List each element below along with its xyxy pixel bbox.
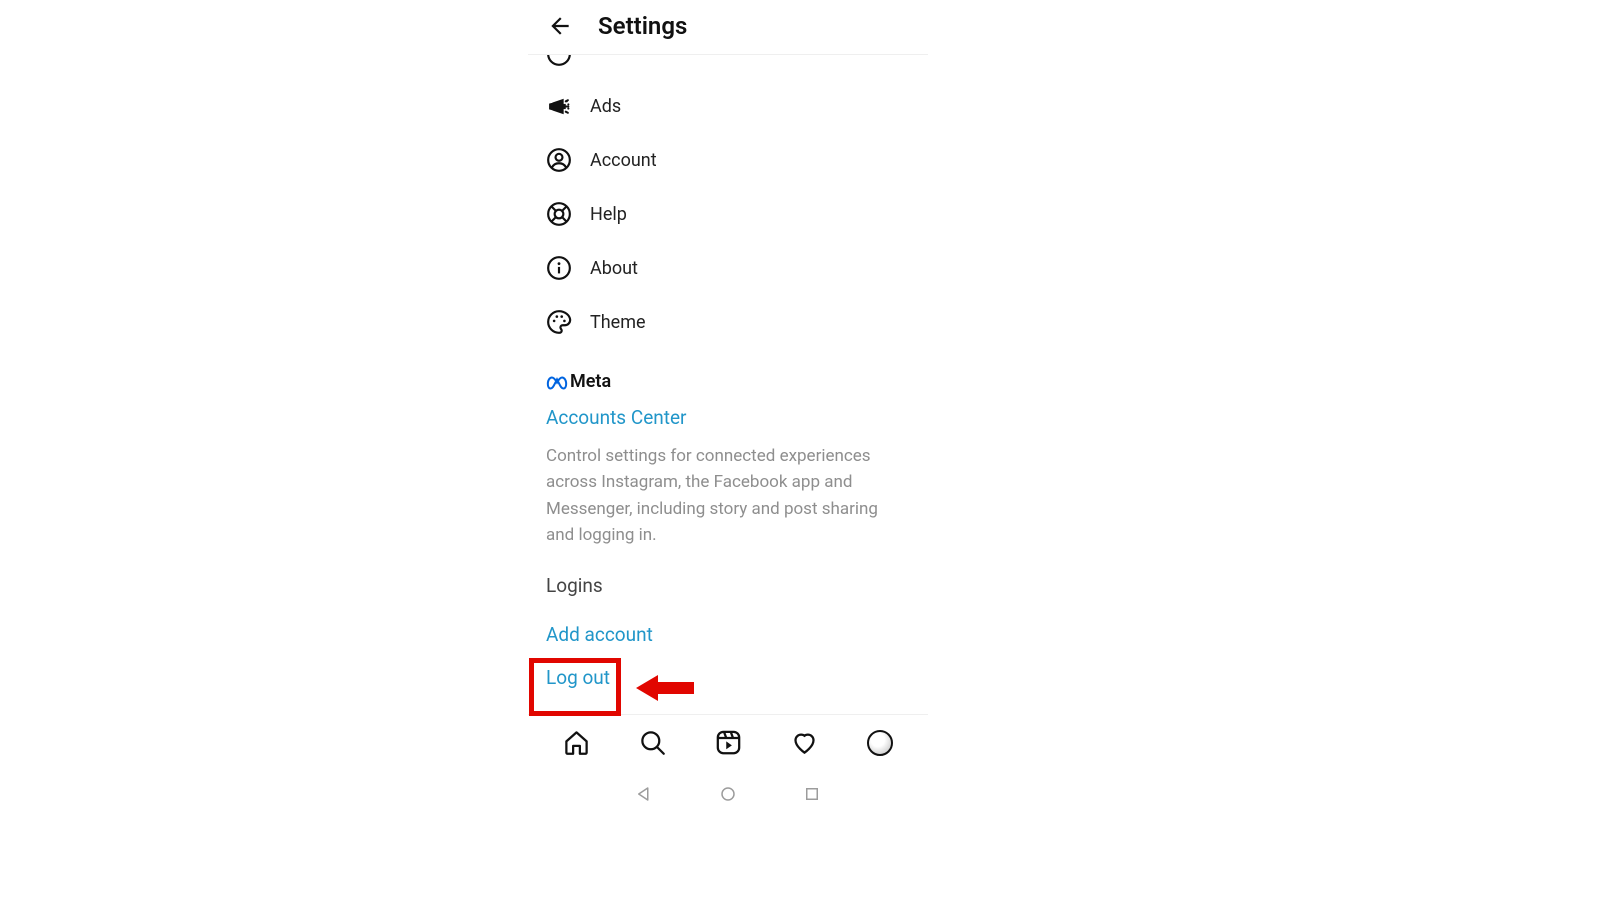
home-icon — [563, 729, 590, 756]
settings-row-ads[interactable]: Ads — [546, 79, 910, 133]
logins-section: Logins Add account Log out — [528, 548, 928, 689]
meta-brand: Meta — [546, 371, 910, 392]
header-bar: Settings — [528, 0, 928, 55]
android-system-nav — [528, 776, 928, 812]
settings-row-label: Help — [590, 204, 627, 225]
nav-profile[interactable] — [866, 729, 894, 757]
nav-search[interactable] — [638, 729, 666, 757]
logins-heading: Logins — [546, 574, 910, 597]
meta-section: Meta Accounts Center Control settings fo… — [528, 349, 928, 548]
settings-row-cutoff — [546, 55, 910, 69]
reels-icon — [715, 729, 742, 756]
megaphone-icon — [546, 93, 572, 119]
accounts-center-link[interactable]: Accounts Center — [546, 406, 910, 429]
log-out-link[interactable]: Log out — [546, 666, 610, 689]
search-icon — [639, 729, 666, 756]
info-circle-icon — [546, 255, 572, 281]
settings-row-help[interactable]: Help — [546, 187, 910, 241]
settings-row-about[interactable]: About — [546, 241, 910, 295]
settings-row-account[interactable]: Account — [546, 133, 910, 187]
add-account-link[interactable]: Add account — [546, 623, 910, 646]
square-recents-icon — [803, 785, 821, 803]
settings-row-label: Account — [590, 150, 657, 171]
settings-row-label: Ads — [590, 96, 621, 117]
nav-activity[interactable] — [790, 729, 818, 757]
settings-row-label: Theme — [590, 312, 646, 333]
palette-icon — [546, 309, 572, 335]
circle-home-icon — [719, 785, 737, 803]
nav-reels[interactable] — [714, 729, 742, 757]
nav-home[interactable] — [562, 729, 590, 757]
settings-list: Ads Account Help — [528, 55, 928, 349]
sys-home-button[interactable] — [718, 784, 738, 804]
settings-row-theme[interactable]: Theme — [546, 295, 910, 349]
meta-logo-icon — [546, 372, 566, 392]
settings-screen: Settings Ads — [528, 0, 928, 820]
accounts-center-description: Control settings for connected experienc… — [546, 443, 910, 548]
sys-recents-button[interactable] — [802, 784, 822, 804]
page-title: Settings — [598, 12, 687, 40]
lifebuoy-icon — [546, 201, 572, 227]
triangle-back-icon — [635, 785, 653, 803]
circle-icon — [546, 55, 572, 67]
back-button[interactable] — [546, 12, 574, 40]
profile-avatar-icon — [867, 730, 893, 756]
back-arrow-icon — [547, 13, 573, 39]
sys-back-button[interactable] — [634, 784, 654, 804]
settings-row-label: About — [590, 258, 638, 279]
bottom-nav — [528, 714, 928, 770]
user-circle-icon — [546, 147, 572, 173]
meta-brand-text: Meta — [570, 371, 611, 392]
heart-icon — [791, 729, 818, 756]
